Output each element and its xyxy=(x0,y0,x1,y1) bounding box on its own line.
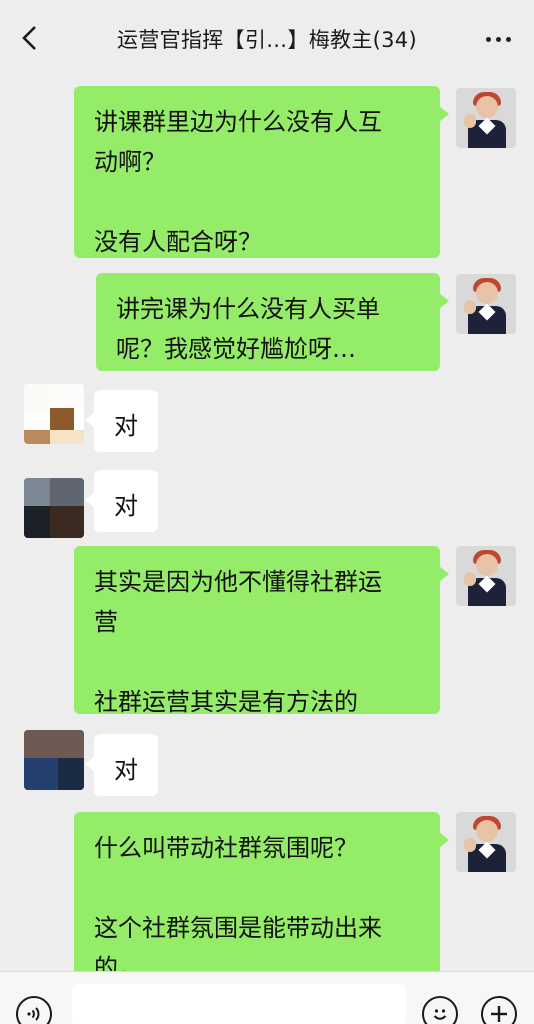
message-text: 其实是因为他不懂得社群运 营 社群运营其实是有方法的 xyxy=(94,568,382,716)
message-bubble[interactable]: 对 xyxy=(85,734,158,796)
self-avatar[interactable] xyxy=(456,546,516,606)
message-list[interactable]: 讲课群里边为什么没有人互 动啊？ 没有人配合呀？ 讲完课为什么没有人买单 呢？我… xyxy=(0,78,534,971)
message-bubble[interactable]: 讲完课为什么没有人买单 呢？我感觉好尴尬呀… xyxy=(96,273,449,371)
message-bubble[interactable]: 对 xyxy=(85,470,158,532)
message-text: 对 xyxy=(114,412,138,440)
member-avatar[interactable] xyxy=(24,478,84,538)
back-arrow-icon xyxy=(22,26,36,50)
message-text: 讲完课为什么没有人买单 呢？我感觉好尴尬呀… xyxy=(116,295,380,363)
message-bubble[interactable]: 什么叫带动社群氛围呢？ 这个社群氛围是能带动出来 的， xyxy=(74,812,449,971)
back-button[interactable] xyxy=(14,22,46,54)
more-dots-icon xyxy=(485,36,491,42)
message-text: 讲课群里边为什么没有人互 动啊？ 没有人配合呀？ xyxy=(94,108,382,256)
voice-button[interactable] xyxy=(16,996,52,1024)
self-avatar[interactable] xyxy=(456,88,516,148)
emoji-icon xyxy=(433,1009,447,1020)
more-options-button[interactable] xyxy=(480,24,516,54)
message-input[interactable] xyxy=(72,984,406,1024)
self-avatar[interactable] xyxy=(456,812,516,872)
message-bubble[interactable]: 其实是因为他不懂得社群运 营 社群运营其实是有方法的 xyxy=(74,546,449,716)
message-bubble[interactable]: 对 xyxy=(85,390,158,452)
chat-title: 运营官指挥【引…】梅教主(34) xyxy=(117,28,417,52)
message-text: 对 xyxy=(114,756,138,784)
message-text: 对 xyxy=(114,492,138,520)
message-bubble[interactable]: 讲课群里边为什么没有人互 动啊？ 没有人配合呀？ xyxy=(74,86,449,258)
plus-button[interactable] xyxy=(481,996,517,1024)
input-bar xyxy=(0,971,534,1024)
plus-icon xyxy=(491,1006,507,1022)
member-avatar[interactable] xyxy=(24,384,84,444)
member-avatar[interactable] xyxy=(24,730,84,790)
emoji-button[interactable] xyxy=(422,996,458,1024)
self-avatar[interactable] xyxy=(456,274,516,334)
voice-icon xyxy=(27,1007,40,1021)
chat-header: 运营官指挥【引…】梅教主(34) xyxy=(0,0,534,78)
message-text: 什么叫带动社群氛围呢？ 这个社群氛围是能带动出来 的， xyxy=(94,834,382,971)
